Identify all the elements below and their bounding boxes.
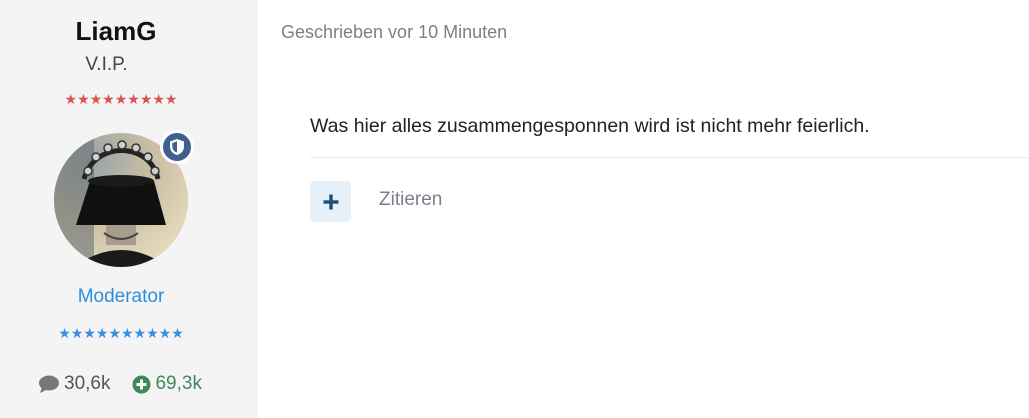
reactions-stat[interactable]: 69,3k xyxy=(132,373,202,395)
post-content: Was hier alles zusammengesponnen wird is… xyxy=(310,115,870,137)
reactions-count: 69,3k xyxy=(155,373,202,394)
avatar-container xyxy=(54,130,194,267)
rank-stars-bottom: ★★★★★★★★★★ xyxy=(58,325,184,341)
post-divider xyxy=(310,157,1029,158)
shield-icon xyxy=(170,139,184,155)
posts-count: 30,6k xyxy=(64,373,111,394)
author-username[interactable]: LiamG xyxy=(0,16,232,47)
moderator-badge[interactable] xyxy=(160,130,194,164)
author-title: V.I.P. xyxy=(85,54,128,75)
multiquote-button[interactable] xyxy=(310,181,351,222)
quote-button[interactable]: Zitieren xyxy=(379,189,442,211)
post-date[interactable]: Geschrieben vor 10 Minuten xyxy=(281,22,507,43)
posts-stat[interactable]: 30,6k xyxy=(38,373,110,395)
author-group-link[interactable]: Moderator xyxy=(0,286,242,308)
comment-icon xyxy=(39,375,59,393)
plus-icon xyxy=(323,194,338,209)
rank-stars-top: ★★★★★★★★★ xyxy=(64,91,178,107)
author-stats: 30,6k 69,3k xyxy=(38,373,202,395)
plus-circle-icon xyxy=(132,375,151,393)
author-sidebar: LiamG V.I.P. ★★★★★★★★★ Moderator ★★★★★★★… xyxy=(0,0,258,418)
